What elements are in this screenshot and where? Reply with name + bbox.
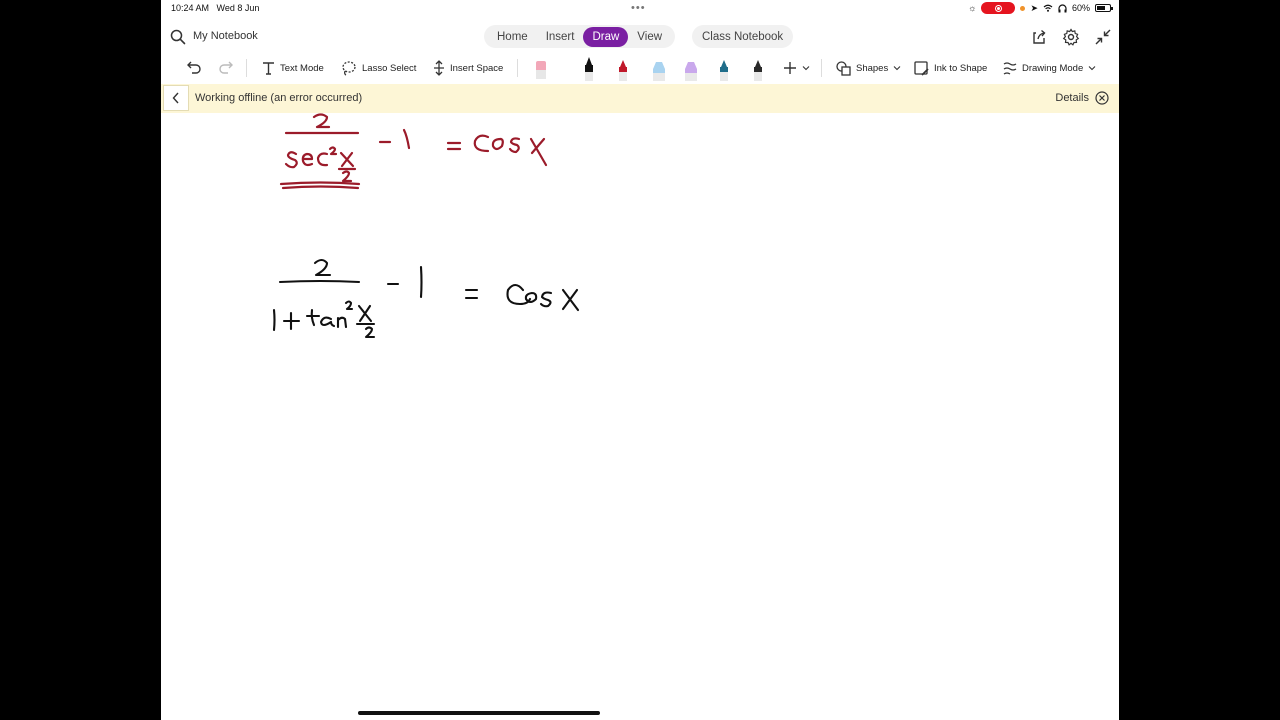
insert-space-button[interactable]: Insert Space (433, 59, 503, 77)
redo-icon[interactable] (218, 59, 234, 75)
location-icon: ➤ (1030, 3, 1038, 13)
brightness-icon: ☼ (968, 3, 977, 13)
insert-space-icon (434, 60, 444, 76)
highlighter-lavender-icon[interactable] (683, 57, 699, 81)
lasso-select-button[interactable]: Lasso Select (341, 59, 416, 77)
tab-home[interactable]: Home (488, 27, 537, 47)
wifi-icon (1043, 4, 1053, 12)
status-time: 10:24 AM Wed 8 Jun (171, 3, 259, 13)
equation-1-ink (279, 113, 548, 190)
screen-recording-icon[interactable] (981, 2, 1016, 14)
chevron-left-icon (172, 92, 179, 104)
battery-percent: 60% (1071, 3, 1090, 13)
note-canvas[interactable] (161, 113, 1119, 720)
text-mode-label: Text Mode (280, 62, 324, 74)
toolbar-separator (246, 59, 247, 77)
offline-banner: Working offline (an error occurred) Deta… (161, 84, 1119, 113)
share-icon[interactable] (1030, 28, 1048, 46)
ink-to-shape-icon (914, 60, 929, 76)
status-indicators: ☼ ➤ 60% (968, 1, 1113, 15)
offline-message: Working offline (an error occurred) (195, 92, 363, 104)
tab-class-notebook[interactable]: Class Notebook (692, 25, 794, 48)
status-bar: 10:24 AM Wed 8 Jun ••• ☼ ➤ 60% (161, 0, 1119, 18)
clock-time: 10:24 AM (171, 3, 210, 13)
red-pen-icon[interactable] (617, 57, 629, 81)
search-icon[interactable] (170, 29, 186, 45)
close-icon[interactable] (1095, 91, 1109, 105)
battery-icon (1095, 4, 1113, 12)
shapes-button[interactable]: Shapes (836, 59, 901, 77)
plus-icon (784, 62, 796, 74)
lasso-select-label: Lasso Select (362, 62, 417, 74)
add-pen-button[interactable] (783, 59, 810, 77)
insert-space-label: Insert Space (450, 62, 504, 74)
eraser-pen-icon[interactable] (535, 57, 547, 81)
chevron-down-icon (893, 66, 901, 71)
drawing-mode-button[interactable]: Drawing Mode (1003, 59, 1096, 77)
darkgray-pen-icon[interactable] (752, 57, 764, 81)
tab-insert[interactable]: Insert (537, 27, 584, 47)
toolbar-separator (517, 59, 518, 77)
toolbar-separator (821, 59, 822, 77)
text-mode-icon (263, 62, 274, 75)
tab-draw[interactable]: Draw (583, 26, 629, 47)
ribbon-tabs: Home Insert Draw View (484, 25, 676, 48)
teal-pen-icon[interactable] (718, 57, 730, 81)
details-link[interactable]: Details (1055, 92, 1089, 104)
ink-to-shape-button[interactable]: Ink to Shape (914, 59, 987, 77)
back-button[interactable] (163, 85, 189, 111)
notebook-name[interactable]: My Notebook (193, 30, 258, 42)
handwritten-equations (272, 113, 580, 339)
text-mode-button[interactable]: Text Mode (262, 59, 324, 77)
gear-icon[interactable] (1062, 28, 1080, 46)
chevron-down-icon (802, 66, 810, 71)
ink-to-shape-label: Ink to Shape (934, 62, 988, 74)
highlighter-blue-icon[interactable] (651, 57, 667, 81)
chevron-down-icon (1088, 66, 1096, 71)
mic-indicator-icon (1020, 5, 1026, 11)
clock-date: Wed 8 Jun (216, 3, 260, 13)
home-indicator[interactable] (358, 711, 600, 715)
drawing-mode-label: Drawing Mode (1022, 62, 1084, 74)
multitasking-dots-icon[interactable]: ••• (631, 2, 646, 14)
app-header: My Notebook Home Insert Draw View Class … (161, 22, 1119, 52)
tab-view[interactable]: View (628, 27, 671, 47)
lasso-icon (342, 61, 356, 76)
drawing-mode-icon (1003, 61, 1017, 75)
draw-toolbar: Text Mode Lasso Select Insert Space Shap… (161, 53, 1119, 83)
collapse-icon[interactable] (1094, 28, 1112, 46)
shapes-icon (836, 60, 851, 76)
onenote-window: 10:24 AM Wed 8 Jun ••• ☼ ➤ 60% My Notebo… (161, 0, 1119, 720)
undo-icon[interactable] (186, 59, 202, 75)
black-pen-icon[interactable] (583, 57, 595, 81)
headphones-icon (1058, 3, 1067, 12)
equation-2-ink (272, 258, 580, 339)
shapes-label: Shapes (856, 62, 889, 74)
